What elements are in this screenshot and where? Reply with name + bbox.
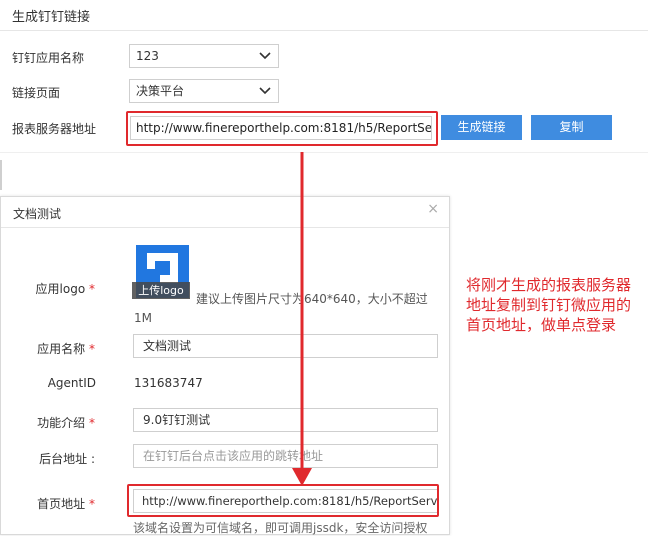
highlight-frame [126, 111, 438, 146]
backend-address-label-text: 后台地址 [39, 452, 88, 466]
intro-input[interactable]: 9.0钉钉测试 [133, 408, 438, 432]
domain-note: 该域名设置为可信域名，即可调用jssdk，安全访问授权 [133, 521, 428, 535]
divider [0, 160, 2, 190]
link-page-value: 决策平台 [136, 84, 185, 98]
chevron-down-icon [259, 87, 271, 95]
copy-button[interactable]: 复制 [531, 115, 612, 140]
annotation-text: 将刚才生成的报表服务器地址复制到钉钉微应用的首页地址，做单点登录 [466, 276, 632, 334]
divider [0, 30, 648, 31]
app-name-input[interactable]: 文档测试 [133, 334, 438, 358]
app-name-select[interactable]: 123 [129, 44, 279, 68]
link-page-label: 链接页面 [12, 86, 61, 100]
generate-link-button[interactable]: 生成链接 [441, 115, 522, 140]
logo-label: 应用logo * [15, 280, 95, 297]
logo-label-text: 应用logo [35, 282, 86, 296]
dialog-title: 文档测试 [13, 207, 62, 221]
required-mark: * [89, 282, 95, 296]
link-page-select[interactable]: 决策平台 [129, 79, 279, 103]
backend-address-label: 后台地址 : [15, 450, 95, 467]
close-icon[interactable]: × [427, 201, 439, 217]
intro-label-text: 功能介绍 [37, 416, 86, 430]
app-name-label: 钉钉应用名称 [12, 51, 85, 65]
home-address-label: 首页地址 * [15, 495, 95, 512]
app-name-field-label-text: 应用名称 [37, 342, 86, 356]
logo-hint: 建议上传图片尺寸为640*640，大小不超过1M [134, 290, 434, 328]
agentid-label: AgentID [47, 376, 96, 390]
required-mark: * [89, 342, 95, 356]
logo-hint-text: 建议上传图片尺寸为640*640，大小不超过1M [134, 292, 428, 325]
arrow-down-icon [292, 152, 312, 486]
colon: : [90, 452, 95, 466]
intro-label: 功能介绍 * [15, 414, 95, 431]
chevron-down-icon [259, 52, 271, 60]
divider [0, 152, 648, 153]
agentid-value: 131683747 [134, 376, 203, 390]
server-address-label: 报表服务器地址 [12, 122, 97, 136]
required-mark: * [89, 497, 95, 511]
backend-address-input[interactable]: 在钉钉后台点击该应用的跳转地址 [133, 444, 438, 468]
generate-link-panel: 生成钉钉链接 钉钉应用名称 123 链接页面 决策平台 报表服务器地址 http… [0, 0, 648, 150]
app-name-value: 123 [136, 49, 159, 63]
highlight-frame [127, 484, 439, 517]
panel-title: 生成钉钉链接 [12, 10, 91, 25]
home-address-label-text: 首页地址 [37, 497, 86, 511]
app-name-field-label: 应用名称 * [15, 340, 95, 357]
divider [1, 227, 449, 228]
required-mark: * [89, 416, 95, 430]
